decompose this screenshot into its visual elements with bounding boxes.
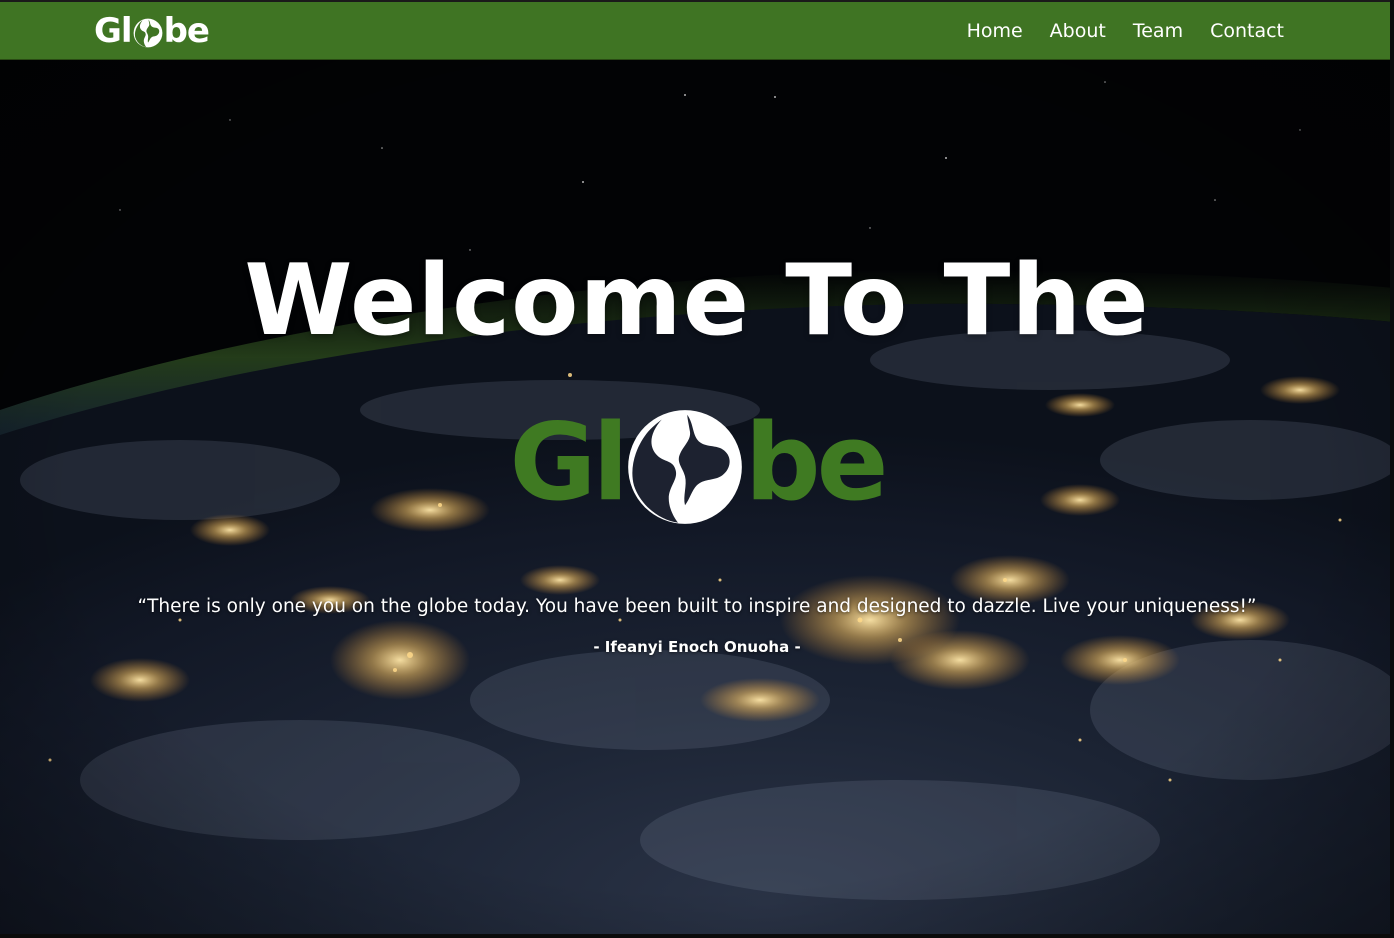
- globe-icon: [133, 17, 163, 48]
- bottom-edge: [0, 934, 1394, 938]
- nav-contact-link[interactable]: Contact: [1210, 20, 1284, 42]
- hero-logo-suffix: be: [744, 401, 889, 524]
- hero-logo-prefix: Gl: [509, 401, 628, 524]
- hero-title: Welcome To The: [244, 244, 1150, 358]
- navbar: Gl be Home About Team Contact: [0, 0, 1394, 60]
- brand-suffix: be: [163, 11, 210, 51]
- globe-icon: [627, 409, 743, 525]
- nav-about-link[interactable]: About: [1050, 20, 1106, 42]
- brand-logo[interactable]: Gl be: [94, 8, 210, 54]
- hero-logo: Gl be: [0, 401, 1394, 524]
- brand-prefix: Gl: [94, 11, 133, 51]
- hero-section: Welcome To The Gl be “There is only one …: [0, 60, 1394, 934]
- right-edge: [1390, 0, 1394, 938]
- nav-team-link[interactable]: Team: [1133, 20, 1183, 42]
- nav-home-link[interactable]: Home: [967, 20, 1023, 42]
- page: Gl be Home About Team Contact Welcome To…: [0, 0, 1394, 938]
- main-nav: Home About Team Contact: [967, 2, 1284, 60]
- hero-quote: “There is only one you on the globe toda…: [137, 596, 1257, 617]
- hero-quote-author: - Ifeanyi Enoch Onuoha -: [593, 638, 801, 656]
